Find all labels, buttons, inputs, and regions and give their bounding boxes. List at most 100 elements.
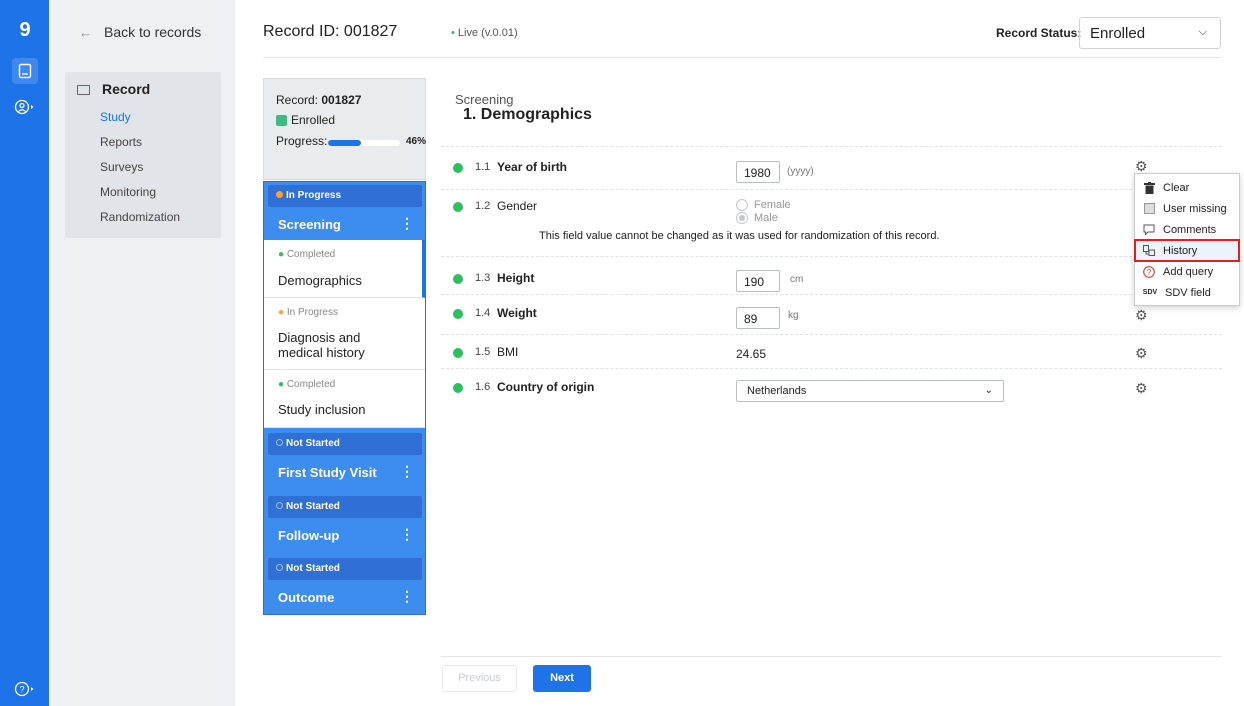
phase-status-outcome: Not Started	[268, 558, 422, 580]
phase-status-follow-up: Not Started	[268, 496, 422, 518]
kebab-menu-icon[interactable]: ⋮	[400, 588, 414, 605]
menu-item-history[interactable]: History	[1134, 239, 1240, 262]
step-status-text: Completed	[286, 249, 336, 260]
field-settings-gear-icon[interactable]: ⚙	[1135, 381, 1149, 395]
status-dot-icon: ●	[278, 307, 285, 318]
field-status-dot-icon	[453, 348, 463, 358]
field-label: Height	[497, 271, 535, 285]
year-of-birth-input[interactable]: 1980	[736, 161, 780, 183]
back-to-records-link[interactable]: ← Back to records	[79, 24, 201, 40]
menu-item-add-query[interactable]: ? Add query	[1135, 261, 1239, 282]
radio-icon	[736, 199, 748, 211]
record-section[interactable]: Record	[77, 81, 150, 97]
field-label: BMI	[497, 345, 519, 359]
status-square-icon	[276, 114, 287, 126]
field-number: 1.5	[475, 346, 491, 358]
progress-bar	[328, 140, 400, 146]
menu-item-user-missing[interactable]: User missing	[1135, 198, 1239, 219]
menu-item-label: User missing	[1163, 202, 1227, 215]
phase-status-text: In Progress	[286, 190, 342, 201]
live-version-text: Live (v.0.01)	[457, 27, 518, 39]
step-name: Study inclusion	[278, 402, 366, 417]
field-unit: cm	[790, 274, 804, 285]
nav-item-reports[interactable]: Reports	[100, 135, 142, 149]
user-menu-icon[interactable]	[12, 94, 38, 120]
back-arrow-icon: ←	[79, 24, 92, 40]
field-number: 1.1	[475, 161, 491, 173]
checkbox-icon	[1143, 203, 1155, 215]
back-label: Back to records	[104, 24, 202, 40]
next-button[interactable]: Next	[533, 665, 591, 692]
bmi-value: 24.65	[736, 347, 767, 361]
field-settings-gear-icon[interactable]: ⚙	[1135, 159, 1149, 173]
field-label: Year of birth	[497, 160, 568, 174]
live-version: • Live (v.0.01)	[451, 27, 518, 39]
country-select[interactable]: Netherlands ⌄	[736, 380, 1004, 402]
step-status: ● In Progress	[278, 307, 338, 318]
kebab-menu-icon[interactable]: ⋮	[400, 215, 414, 232]
phase-title-first-study-visit[interactable]: First Study Visit	[278, 465, 377, 480]
field-row-year-of-birth: 1.1 Year of birth 1980 (yyyy) ⚙	[441, 146, 1222, 183]
field-number: 1.4	[475, 307, 491, 319]
field-status-dot-icon	[453, 274, 463, 284]
field-row-gender: 1.2 Gender Female Male This field value …	[441, 189, 1222, 251]
record-status-select[interactable]: Enrolled ⌵	[1079, 17, 1221, 49]
height-input[interactable]: 190	[736, 270, 780, 292]
gender-option-female: Female	[736, 199, 791, 211]
country-select-value: Netherlands	[747, 385, 807, 397]
field-settings-gear-icon[interactable]: ⚙	[1135, 346, 1149, 360]
step-demographics[interactable]: ● Completed Demographics	[264, 240, 425, 298]
progress-percent: 46%	[406, 136, 427, 147]
status-dot-icon	[276, 502, 283, 509]
kebab-menu-icon[interactable]: ⋮	[400, 463, 414, 480]
phase-title-outcome[interactable]: Outcome	[278, 590, 334, 605]
record-status-label: Record Status:	[996, 26, 1082, 40]
field-status-dot-icon	[453, 383, 463, 393]
record-number-value: 001827	[321, 93, 362, 107]
field-settings-gear-icon[interactable]: ⚙	[1135, 308, 1149, 322]
folder-icon	[77, 85, 90, 95]
kebab-menu-icon[interactable]: ⋮	[400, 526, 414, 543]
phase-title-screening[interactable]: Screening	[278, 217, 341, 232]
comment-icon	[1143, 224, 1155, 236]
footer-divider	[441, 656, 1222, 657]
records-icon[interactable]	[12, 58, 38, 84]
weight-input[interactable]: 89	[736, 307, 780, 329]
field-context-menu: Clear User missing Comments History ? Ad…	[1134, 173, 1240, 306]
history-icon	[1143, 245, 1155, 257]
step-diagnosis-history[interactable]: ● In Progress Diagnosis and medical hist…	[264, 298, 425, 370]
step-study-inclusion[interactable]: ● Completed Study inclusion	[264, 370, 425, 428]
field-status-dot-icon	[453, 202, 463, 212]
menu-item-sdv-field[interactable]: SDV SDV field	[1135, 282, 1239, 303]
menu-item-clear[interactable]: Clear	[1135, 177, 1239, 198]
phase-title-follow-up[interactable]: Follow-up	[278, 528, 339, 543]
nav-item-randomization[interactable]: Randomization	[100, 210, 180, 224]
field-label: Country of origin	[497, 380, 595, 394]
menu-item-label: SDV field	[1165, 286, 1211, 299]
phase-status-text: Not Started	[286, 438, 340, 449]
field-label: Weight	[497, 306, 537, 320]
step-name: Demographics	[278, 273, 362, 288]
progress-bar-fill	[328, 140, 362, 146]
record-number: Record: 001827	[276, 93, 361, 107]
live-dot-icon: •	[451, 27, 455, 39]
previous-button[interactable]: Previous	[442, 665, 517, 692]
app-rail: 9 ?	[0, 0, 49, 706]
progress-label: Progress:	[276, 134, 328, 148]
help-menu-icon[interactable]: ?	[12, 676, 38, 702]
nav-item-monitoring[interactable]: Monitoring	[100, 185, 156, 199]
step-status-text: In Progress	[286, 307, 338, 318]
castor-logo-icon[interactable]: 9	[13, 18, 37, 42]
field-number: 1.2	[475, 200, 491, 212]
menu-item-label: Clear	[1163, 181, 1190, 194]
menu-item-comments[interactable]: Comments	[1135, 219, 1239, 240]
option-label: Male	[754, 212, 778, 224]
nav-item-surveys[interactable]: Surveys	[100, 160, 143, 174]
form-title: 1. Demographics	[463, 106, 592, 123]
radio-icon	[736, 212, 748, 224]
nav-item-study[interactable]: Study	[100, 110, 131, 124]
record-id: Record ID: 001827	[263, 23, 398, 40]
chevron-down-icon: ⌄	[984, 385, 993, 396]
record-summary-card: Record: 001827 Enrolled Progress: 46%	[263, 78, 426, 180]
record-status: Enrolled	[276, 113, 335, 127]
